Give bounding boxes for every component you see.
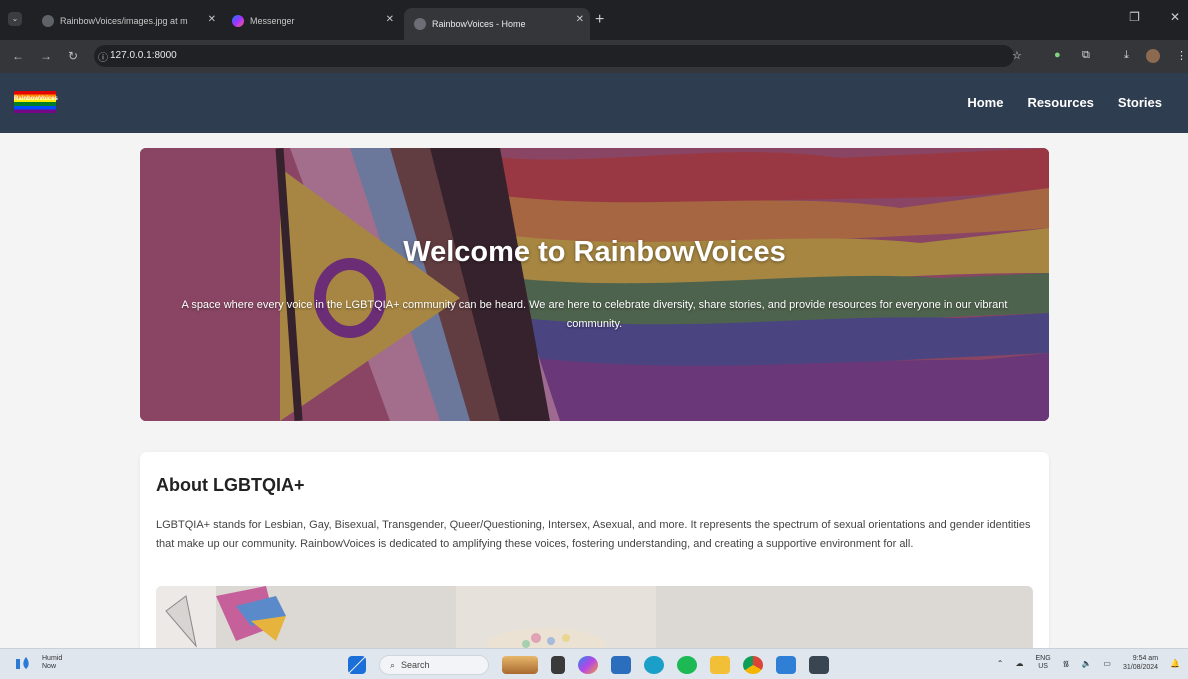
wifi-icon[interactable]: ᯾ <box>1063 658 1070 669</box>
site-logo[interactable]: RainbowVoices <box>14 91 58 113</box>
clock-date: 31/08/2024 <box>1122 664 1159 671</box>
pride-photo <box>156 586 1033 652</box>
nav-home[interactable]: Home <box>967 95 1003 110</box>
profile-avatar[interactable] <box>1146 49 1160 63</box>
search-placeholder: Search <box>401 660 430 670</box>
hero-title: Welcome to RainbowVoices <box>403 236 786 268</box>
onedrive-icon[interactable]: ☁ <box>1015 659 1023 668</box>
vscode-icon[interactable] <box>776 656 796 674</box>
site-info-icon[interactable]: ⓘ <box>98 49 108 64</box>
about-text: LGBTQIA+ stands for Lesbian, Gay, Bisexu… <box>156 519 1031 550</box>
tab-search-icon[interactable]: ⌄ <box>8 12 22 26</box>
volume-icon[interactable]: 🔈 <box>1081 659 1091 668</box>
notification-bell-icon[interactable]: 🔔 <box>1170 659 1180 668</box>
url-text[interactable]: 127.0.0.1:8000 <box>110 50 177 61</box>
battery-icon[interactable]: ▭ <box>1103 659 1111 668</box>
os-taskbar: Humid Now ⌕ Search ⌃ ☁ ENG US ᯾ 🔈 ▭ 9:54… <box>0 648 1188 679</box>
nav-stories[interactable]: Stories <box>1118 95 1162 110</box>
tab-title: RainbowVoices/images.jpg at m <box>60 16 188 26</box>
file-explorer-icon[interactable] <box>710 656 730 674</box>
about-image <box>156 586 1033 652</box>
tab-home[interactable]: RainbowVoices - Home ✕ <box>404 8 590 40</box>
extension-dot-icon[interactable]: ● <box>1054 49 1061 61</box>
main-nav: Home Resources Stories <box>967 95 1162 110</box>
close-window-icon[interactable]: ✕ <box>1170 10 1180 24</box>
weather-title: Humid <box>42 655 63 662</box>
copilot-icon[interactable] <box>578 656 598 674</box>
clock[interactable]: 9:54 am 31/08/2024 <box>1123 654 1158 672</box>
back-icon[interactable]: ← <box>12 49 24 63</box>
terminal-icon[interactable] <box>809 656 829 674</box>
chrome-icon[interactable] <box>743 656 763 674</box>
bookmark-star-icon[interactable]: ☆ <box>1012 49 1022 62</box>
lang-bottom: US <box>1038 663 1048 670</box>
tab-images[interactable]: RainbowVoices/images.jpg at m ✕ <box>32 8 222 34</box>
github-icon <box>42 15 54 27</box>
forward-icon[interactable]: → <box>40 49 52 63</box>
clock-time: 9:54 am <box>1132 655 1159 662</box>
hero-banner: Welcome to RainbowVoices A space where e… <box>140 148 1049 421</box>
lang-top: ENG <box>1035 655 1051 662</box>
spotify-icon[interactable] <box>677 656 697 674</box>
restore-icon[interactable]: ❐ <box>1129 10 1140 24</box>
pride-flag-image <box>140 148 1049 421</box>
search-icon: ⌕ <box>390 659 396 670</box>
system-tray: ⌃ ☁ ENG US ᯾ 🔈 ▭ 9:54 am 31/08/2024 🔔 <box>997 654 1180 672</box>
hero-description: A space where every voice in the LGBTQIA… <box>181 299 1008 330</box>
about-card: About LGBTQIA+ LGBTQIA+ stands for Lesbi… <box>140 452 1049 652</box>
weather-sub: Now <box>42 663 57 670</box>
logo-text: RainbowVoices <box>14 96 58 102</box>
chevron-up-icon[interactable]: ⌃ <box>997 659 1004 668</box>
windows-start-icon[interactable] <box>348 656 366 674</box>
globe-icon <box>414 18 426 30</box>
tab-title: RainbowVoices - Home <box>432 19 526 29</box>
taskbar-search[interactable]: ⌕ Search <box>379 655 489 675</box>
close-icon[interactable]: ✕ <box>386 14 394 25</box>
nav-resources[interactable]: Resources <box>1027 95 1093 110</box>
more-menu-icon[interactable]: ⋮ <box>1176 49 1187 62</box>
tab-title: Messenger <box>250 16 295 26</box>
about-heading: About LGBTQIA+ <box>156 475 305 495</box>
taskbar-apps: ⌕ Search <box>348 655 829 675</box>
news-widget-icon[interactable] <box>502 656 538 674</box>
language-indicator[interactable]: ENG US <box>1035 655 1050 671</box>
window-controls: ❐ ✕ <box>1129 10 1180 24</box>
reload-icon[interactable]: ↻ <box>68 49 78 63</box>
download-icon[interactable]: ⤓ <box>1124 49 1129 62</box>
extensions-icon[interactable]: ⧉ <box>1082 49 1090 62</box>
close-icon[interactable]: ✕ <box>208 14 216 25</box>
messenger-icon <box>232 15 244 27</box>
browser-tab-bar: ⌄ RainbowVoices/images.jpg at m ✕ Messen… <box>0 0 1188 40</box>
edge-icon[interactable] <box>644 656 664 674</box>
new-tab-button[interactable]: + <box>595 12 604 28</box>
site-header: RainbowVoices Home Resources Stories <box>0 73 1188 133</box>
close-icon[interactable]: ✕ <box>576 14 584 25</box>
outlook-icon[interactable] <box>611 656 631 674</box>
tab-messenger[interactable]: Messenger ✕ <box>222 8 400 34</box>
task-view-icon[interactable] <box>551 656 565 674</box>
weather-widget[interactable]: Humid Now <box>14 655 62 671</box>
url-field[interactable] <box>94 45 1014 67</box>
weather-icon <box>14 655 36 671</box>
address-bar: ← → ↻ ⓘ 127.0.0.1:8000 ☆ ● ⧉ ⤓ ⋮ <box>0 40 1188 73</box>
